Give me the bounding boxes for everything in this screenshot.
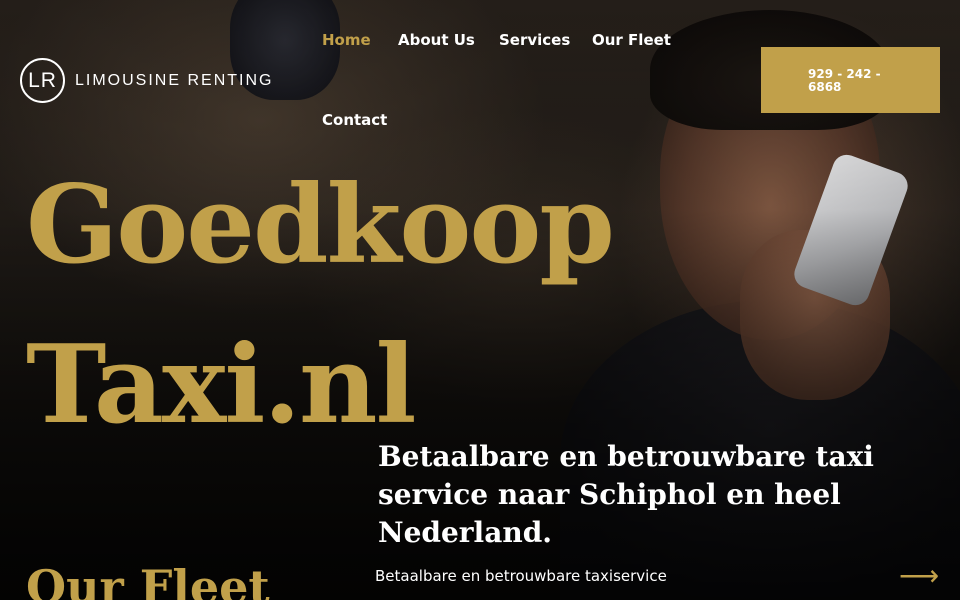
phone-call-button[interactable]: 929 - 242 - 6868: [761, 47, 940, 113]
hero-lead-overflow: [375, 594, 635, 600]
nav-contact[interactable]: Contact: [322, 111, 387, 129]
brand-logo[interactable]: LR LIMOUSINE RENTING: [20, 58, 273, 103]
nav-our-fleet[interactable]: Our Fleet: [592, 31, 671, 49]
nav-about-us[interactable]: About Us: [398, 31, 475, 49]
our-fleet-heading: Our Fleet: [26, 560, 270, 600]
brand-name: LIMOUSINE RENTING: [75, 71, 274, 89]
nav-services[interactable]: Services: [499, 31, 570, 49]
hero-title-line1: Goedkoop: [26, 162, 615, 288]
hero-title-line2: Taxi.nl: [26, 322, 417, 448]
arrow-right-icon[interactable]: ⟶: [899, 562, 939, 590]
logo-badge-icon: LR: [20, 58, 65, 103]
hero-subtitle: Betaalbare en betrouwbare taxi service n…: [378, 440, 874, 549]
nav-home[interactable]: Home: [322, 31, 371, 49]
phone-number: 929 - 242 - 6868: [808, 67, 881, 94]
hero-lead-text: Betaalbare en betrouwbare taxiservice: [375, 567, 667, 585]
